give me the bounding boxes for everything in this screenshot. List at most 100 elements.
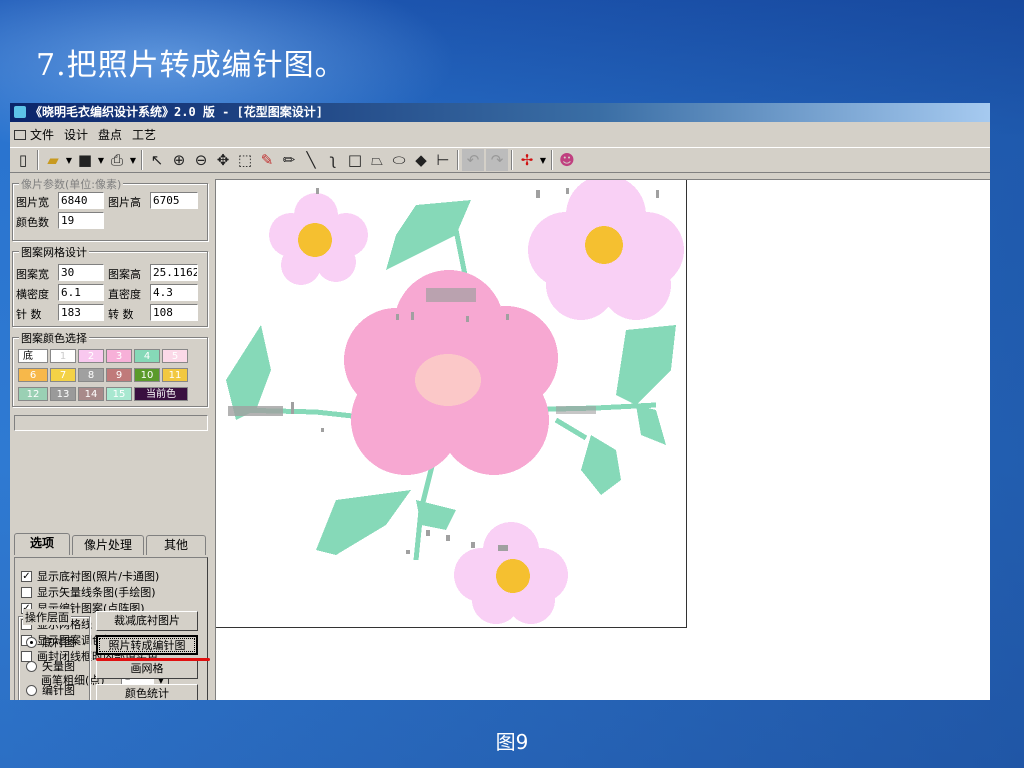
toolbar-separator: [511, 150, 513, 170]
radio-button[interactable]: [26, 684, 37, 696]
small-flower-bottom: [454, 522, 568, 624]
checkbox[interactable]: ✓: [21, 570, 32, 582]
color-swatch-13[interactable]: 13: [50, 387, 76, 401]
photo-width-field[interactable]: 6840: [58, 192, 104, 209]
noise-mark: [396, 314, 399, 320]
photo-width-label: 图片宽: [16, 196, 49, 209]
cross-icon[interactable]: ⊢: [432, 149, 454, 171]
photo-height-field[interactable]: 6705: [150, 192, 198, 209]
polygon-icon[interactable]: ⏢: [366, 149, 388, 171]
color-swatch-12[interactable]: 12: [18, 387, 48, 401]
h-density-label: 横密度: [16, 288, 49, 301]
leaf: [636, 405, 666, 445]
v-density-field[interactable]: 4.3: [150, 284, 198, 301]
radio-label: 编针图: [42, 684, 75, 697]
color-swatch-1[interactable]: 1: [50, 349, 76, 363]
radio-label: 矢量图: [42, 660, 75, 673]
chevron-down-icon[interactable]: ▼: [64, 156, 74, 165]
highlight-underline: [96, 658, 210, 661]
color-swatch-6[interactable]: 6: [18, 368, 48, 382]
fill-icon[interactable]: ✎: [256, 149, 278, 171]
print-icon[interactable]: ⎙: [106, 149, 128, 171]
undo-icon[interactable]: ↶: [462, 149, 484, 171]
option-label: 显示底衬图(照片/卡通图): [37, 570, 160, 583]
redo-icon[interactable]: ↷: [486, 149, 508, 171]
color-swatch-14[interactable]: 14: [78, 387, 104, 401]
stitches-field[interactable]: 183: [58, 304, 104, 321]
move-icon[interactable]: ✥: [212, 149, 234, 171]
pattern-width-field[interactable]: 30: [58, 264, 104, 281]
flower-center: [496, 559, 530, 593]
color-swatch-4[interactable]: 4: [134, 349, 160, 363]
tab-options[interactable]: 选项: [14, 533, 70, 555]
draw-grid-button[interactable]: 画网格: [96, 659, 198, 679]
leaf: [416, 500, 456, 530]
tab-other[interactable]: 其他: [146, 535, 206, 555]
ellipse-icon[interactable]: ⬭: [388, 149, 410, 171]
mirror-icon[interactable]: ✢: [516, 149, 538, 171]
flower-top-right: [528, 175, 684, 320]
menu-craft[interactable]: 工艺: [132, 128, 156, 142]
leaf: [226, 325, 271, 420]
layer-stitch[interactable]: 编针图: [26, 682, 75, 698]
new-icon[interactable]: ▯: [12, 149, 34, 171]
leaf: [581, 435, 621, 495]
layer-vector[interactable]: 矢量图: [26, 658, 75, 674]
person-icon[interactable]: ☻: [556, 149, 578, 171]
stitch-pattern-frame: [216, 175, 687, 628]
colors-count-field[interactable]: 19: [58, 212, 104, 229]
save-icon[interactable]: ■: [74, 149, 96, 171]
chevron-down-icon[interactable]: ▼: [96, 156, 106, 165]
noise-mark: [411, 312, 414, 320]
color-swatch-5[interactable]: 5: [162, 349, 188, 363]
checkbox[interactable]: [21, 586, 32, 598]
chevron-down-icon[interactable]: ▼: [538, 156, 548, 165]
color-swatch-11[interactable]: 11: [162, 368, 188, 382]
design-canvas[interactable]: [215, 175, 990, 700]
pointer-icon[interactable]: ↖: [146, 149, 168, 171]
rect-icon[interactable]: □: [344, 149, 366, 171]
rows-field[interactable]: 108: [150, 304, 198, 321]
pattern-height-field[interactable]: 25.1162: [150, 264, 198, 281]
option-show-vector[interactable]: 显示矢量线条图(手绘图): [21, 584, 156, 600]
zoom-in-icon[interactable]: ⊕: [168, 149, 190, 171]
color-swatch-2[interactable]: 2: [78, 349, 104, 363]
color-swatch-3[interactable]: 3: [106, 349, 132, 363]
pencil-icon[interactable]: ✏: [278, 149, 300, 171]
color-swatch-9[interactable]: 9: [106, 368, 132, 382]
h-density-field[interactable]: 6.1: [58, 284, 104, 301]
noise-mark: [566, 188, 569, 194]
color-swatch-8[interactable]: 8: [78, 368, 104, 382]
noise-mark: [446, 535, 450, 541]
radio-button[interactable]: [26, 636, 37, 648]
color-swatch-10[interactable]: 10: [134, 368, 160, 382]
zoom-out-icon[interactable]: ⊖: [190, 149, 212, 171]
window-titlebar[interactable]: 《晓明毛衣编织设计系统》2.0 版 - [花型图案设计]: [10, 103, 990, 122]
toolbar-separator: [551, 150, 553, 170]
crop-underlay-button[interactable]: 裁减底衬图片: [96, 611, 198, 631]
select-rect-icon[interactable]: ⬚: [234, 149, 256, 171]
open-icon[interactable]: ▰: [42, 149, 64, 171]
line-icon[interactable]: ╲: [300, 149, 322, 171]
noise-mark: [656, 190, 659, 198]
radio-button[interactable]: [26, 660, 37, 672]
chevron-down-icon[interactable]: ▼: [128, 156, 138, 165]
layer-underlay[interactable]: 底衬图: [26, 634, 75, 650]
option-show-underlay[interactable]: ✓ 显示底衬图(照片/卡通图): [21, 568, 159, 584]
tab-photo-processing[interactable]: 像片处理: [72, 535, 144, 555]
convert-to-stitch-button[interactable]: 照片转成编针图: [96, 635, 198, 655]
base-color-swatch[interactable]: 底: [18, 349, 48, 363]
toolbar: ▯ ▰ ▼ ■ ▼ ⎙ ▼ ↖ ⊕ ⊖ ✥ ⬚ ✎ ✏ ╲ ʅ □ ⏢ ⬭ ◆ ⊢ ↶…: [10, 147, 990, 173]
color-swatch-15[interactable]: 15: [106, 387, 132, 401]
menu-inventory[interactable]: 盘点: [98, 128, 122, 142]
eraser-icon[interactable]: ◆: [410, 149, 432, 171]
menu-design[interactable]: 设计: [64, 128, 88, 142]
colors-count-label: 颜色数: [16, 216, 49, 229]
v-density-label: 直密度: [108, 288, 141, 301]
menu-bar: 文件 设计 盘点 工艺: [10, 124, 990, 146]
color-swatch-7[interactable]: 7: [50, 368, 76, 382]
document-menu-icon[interactable]: [14, 130, 26, 140]
color-stats-button[interactable]: 颜色统计: [96, 684, 198, 700]
menu-file[interactable]: 文件: [30, 128, 54, 142]
curve-icon[interactable]: ʅ: [322, 149, 344, 171]
